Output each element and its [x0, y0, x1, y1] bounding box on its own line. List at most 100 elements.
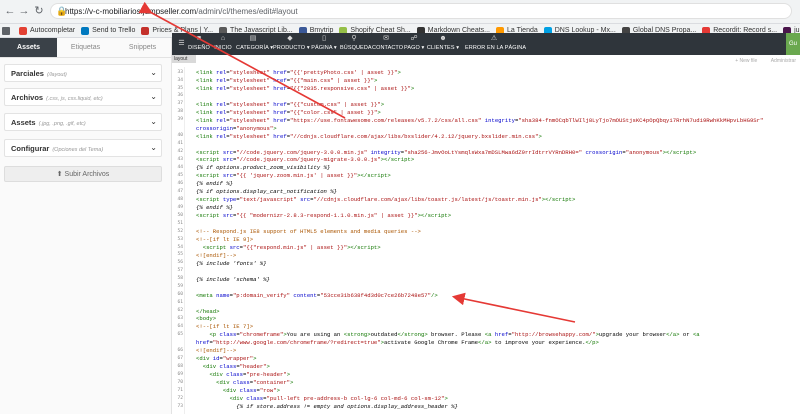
favicon-icon: [141, 26, 150, 35]
code-line[interactable]: {% endif %}: [196, 204, 233, 211]
toolbar-busqueda[interactable]: ⚲ BÚSQUEDA: [340, 33, 372, 55]
line-number: 34: [177, 77, 183, 83]
toolbar-label: BÚSQUEDA: [340, 45, 372, 51]
line-number: 52: [177, 228, 183, 234]
code-line[interactable]: <link rel="stylesheet" href="{{"2035.res…: [196, 85, 414, 92]
envelope-icon: ✉: [383, 35, 389, 42]
section-title: Assets: [11, 118, 36, 127]
toolbar-error-pagina[interactable]: ⚠ ERROR EN LA PÁGINA: [465, 33, 526, 55]
chevron-down-icon: ⌄: [150, 68, 157, 77]
tab-etiquetas[interactable]: Etiquetas: [57, 38, 114, 57]
tab-snippets[interactable]: Snippets: [114, 38, 171, 57]
code-line[interactable]: {% if options.display_cart_notification …: [196, 188, 337, 195]
upload-files-button[interactable]: ⬆ Subir Archivos: [4, 166, 162, 182]
toolbar-label: CLIENTES: [426, 45, 455, 51]
code-line[interactable]: href="http://www.google.com/chromeframe/…: [196, 339, 599, 346]
apps-icon[interactable]: [2, 26, 13, 35]
section-hint: (/layout): [46, 72, 67, 78]
code-line[interactable]: <p class="chromeframe">You are using an …: [196, 331, 699, 338]
code-line[interactable]: <![endif]-->: [196, 347, 236, 354]
folder-icon: ▤: [249, 35, 257, 42]
code-line[interactable]: <script src="{{ 'jquery.zoom.min.js' | a…: [196, 172, 391, 179]
code-line[interactable]: <script src="//code.jquery.com/jquery-mi…: [196, 156, 414, 163]
line-number: 69: [177, 371, 183, 377]
code-editor[interactable]: + New file Administrar 33 34 35 36 37 38 39 40 4…: [172, 55, 800, 414]
code-line[interactable]: <script src="{{"respond.min.js" | asset …: [196, 244, 381, 251]
toolbar-categoria[interactable]: ▤ CATEGORÍA ▾: [236, 33, 273, 55]
toolbar-label: PRODUCTO: [273, 45, 306, 51]
code-line[interactable]: {% if store.address != empty and options…: [196, 403, 458, 410]
line-number: 46: [177, 180, 183, 186]
user-icon: ☻: [439, 35, 447, 42]
editor-tools: + New file Administrar: [723, 58, 796, 64]
code-line[interactable]: <![endif]-->: [196, 252, 236, 259]
manage-button[interactable]: Administrar: [771, 58, 796, 64]
code-line[interactable]: <script src="//code.jquery.com/jquery-3.…: [196, 149, 696, 156]
line-number: 73: [177, 403, 183, 409]
line-number: 55: [177, 252, 183, 258]
code-line[interactable]: <link rel="stylesheet" href="//cdnjs.clo…: [196, 133, 542, 140]
code-line[interactable]: <script type="text/javascript" src="//cd…: [196, 196, 575, 203]
line-number: 49: [177, 204, 183, 210]
back-arrow-icon[interactable]: ←: [3, 4, 17, 18]
code-line[interactable]: <script src="{{ "modernizr-2.8.3-respond…: [196, 212, 451, 219]
code-line[interactable]: <div id="wrapper">: [196, 355, 256, 362]
line-number: 56: [177, 260, 183, 266]
favicon-icon: [19, 26, 27, 35]
code-line[interactable]: <body>: [196, 315, 216, 322]
code-line[interactable]: <!--[if lt IE 9]>: [196, 236, 253, 243]
code-line[interactable]: <link rel="stylesheet" href="{{"color.cs…: [196, 109, 381, 116]
code-line[interactable]: <!--[if lt IE 7]>: [196, 323, 253, 330]
code-line[interactable]: <link rel="stylesheet" href="{{"main.css…: [196, 77, 377, 84]
code-line[interactable]: {% include 'fonts' %}: [196, 260, 267, 267]
bookmark-item[interactable]: Autocompletar: [19, 26, 75, 35]
code-line[interactable]: <meta name="p:domain_verify" content="53…: [196, 292, 438, 299]
toolbar-pagina[interactable]: ▯ PÁGINA ▾: [310, 33, 338, 55]
section-hint: (.css, js, css.liquid, etc): [46, 96, 103, 102]
code-line[interactable]: </head>: [196, 308, 220, 315]
section-configurar[interactable]: Configurar (Opciones del Tema) ⌄: [4, 139, 162, 157]
line-number: 62: [177, 308, 183, 314]
code-line[interactable]: <div class="row">: [196, 387, 280, 394]
code-line[interactable]: <link rel="stylesheet" href="{{"custom.c…: [196, 101, 384, 108]
code-line[interactable]: <!-- Respond.js IE8 support of HTML5 ele…: [196, 228, 421, 235]
chevron-down-icon: ⌄: [150, 117, 157, 126]
bookmark-item[interactable]: Send to Trello: [81, 26, 135, 35]
code-line[interactable]: <div class="pull-left pre-address-b col-…: [196, 395, 448, 402]
code-line[interactable]: <div class="header">: [196, 363, 270, 370]
address-bar[interactable]: 🔒 https://v-c-mobiliarios.jumpseller.com…: [50, 3, 792, 19]
tag-icon: ◆: [287, 35, 293, 42]
forward-arrow-icon[interactable]: →: [17, 4, 31, 18]
section-archivos[interactable]: Archivos (.css, js, css.liquid, etc) ⌄: [4, 88, 162, 106]
code-line[interactable]: <div class="pre-header">: [196, 371, 290, 378]
menu-icon[interactable]: ☰: [177, 33, 186, 55]
save-button[interactable]: Gu: [786, 33, 800, 55]
line-number: 45: [177, 172, 183, 178]
file-tab-layout[interactable]: layout: [172, 55, 196, 63]
section-assets[interactable]: Assets (.jpg, .png, .gif, etc) ⌄: [4, 113, 162, 131]
code-line[interactable]: {% endif %}: [196, 180, 233, 187]
toolbar-clientes[interactable]: ☻ CLIENTES ▾: [426, 33, 460, 55]
url-text[interactable]: https://v-c-mobiliarios.jumpseller.com/a…: [65, 7, 298, 16]
code-line[interactable]: {% if options.product_zoom_visibility %}: [196, 164, 330, 171]
code-line[interactable]: <link rel="stylesheet" href="https://use…: [196, 117, 763, 124]
toolbar-pago[interactable]: ☍ PAGO ▾: [404, 33, 424, 55]
toolbar-inicio[interactable]: ⌂ INICIO: [213, 33, 233, 55]
section-parciales[interactable]: Parciales (/layout) ⌄: [4, 64, 162, 82]
code-line[interactable]: <div class="container">: [196, 379, 293, 386]
toolbar-diseno[interactable]: ■ DISEÑO: [188, 33, 210, 55]
tab-assets[interactable]: Assets: [0, 38, 57, 57]
upload-label: Subir Archivos: [64, 171, 110, 178]
panel-tabs: Assets Etiquetas Snippets: [0, 38, 171, 58]
code-line[interactable]: crossorigin="anonymous">: [196, 125, 277, 132]
toolbar-contacto[interactable]: ✉ CONTACTO: [372, 33, 403, 55]
line-number: 51: [177, 220, 183, 226]
new-file-button[interactable]: + New file: [735, 58, 757, 64]
code-line[interactable]: {% include 'schema' %}: [196, 276, 270, 283]
line-number: 35: [177, 85, 183, 91]
line-number: 72: [177, 395, 183, 401]
toolbar-producto[interactable]: ◆ PRODUCTO ▾: [273, 33, 310, 55]
reload-icon[interactable]: ↻: [32, 4, 46, 18]
chevron-down-icon: ⌄: [150, 92, 157, 101]
code-line[interactable]: <link rel="stylesheet" href="{{'prettyPh…: [196, 69, 401, 76]
